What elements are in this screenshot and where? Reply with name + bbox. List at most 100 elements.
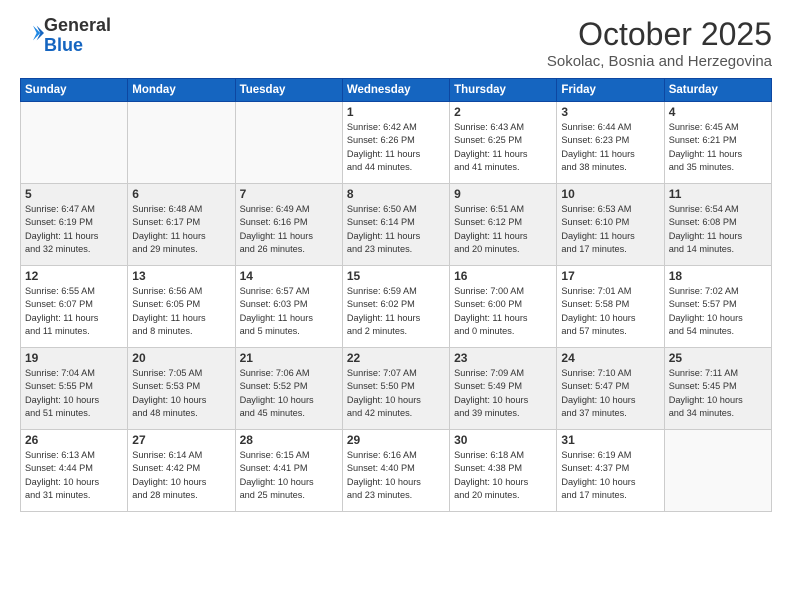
weekday-sunday: Sunday <box>21 79 128 102</box>
day-number: 4 <box>669 105 767 119</box>
week-row-1: 1Sunrise: 6:42 AM Sunset: 6:26 PM Daylig… <box>21 102 772 184</box>
day-number: 31 <box>561 433 659 447</box>
cell-text: Sunrise: 6:51 AM Sunset: 6:12 PM Dayligh… <box>454 203 552 256</box>
day-number: 23 <box>454 351 552 365</box>
day-number: 19 <box>25 351 123 365</box>
day-number: 20 <box>132 351 230 365</box>
cell-text: Sunrise: 6:57 AM Sunset: 6:03 PM Dayligh… <box>240 285 338 338</box>
calendar-cell: 12 Sunrise: 6:55 AM Sunset: 6:07 PM Dayli… <box>21 266 128 348</box>
calendar-cell: 14 Sunrise: 6:57 AM Sunset: 6:03 PM Dayli… <box>235 266 342 348</box>
day-number: 5 <box>25 187 123 201</box>
logo: General Blue <box>20 16 111 56</box>
logo-general: General <box>44 15 111 35</box>
day-number: 7 <box>240 187 338 201</box>
calendar-cell: 29 Sunrise: 6:16 AM Sunset: 4:40 PM Dayli… <box>342 430 449 512</box>
calendar-cell: 1Sunrise: 6:42 AM Sunset: 6:26 PM Daylig… <box>342 102 449 184</box>
logo-icon <box>22 24 44 42</box>
cell-text: Sunrise: 7:02 AM Sunset: 5:57 PM Dayligh… <box>669 285 767 338</box>
day-number: 8 <box>347 187 445 201</box>
cell-text: Sunrise: 7:06 AM Sunset: 5:52 PM Dayligh… <box>240 367 338 420</box>
calendar: SundayMondayTuesdayWednesdayThursdayFrid… <box>20 78 772 512</box>
calendar-cell: 9 Sunrise: 6:51 AM Sunset: 6:12 PM Daylig… <box>450 184 557 266</box>
header: General Blue October 2025 Sokolac, Bosni… <box>20 16 772 70</box>
cell-text: Sunrise: 6:16 AM Sunset: 4:40 PM Dayligh… <box>347 449 445 502</box>
page: General Blue October 2025 Sokolac, Bosni… <box>0 0 792 612</box>
weekday-header-row: SundayMondayTuesdayWednesdayThursdayFrid… <box>21 79 772 102</box>
day-number: 10 <box>561 187 659 201</box>
cell-text: Sunrise: 6:49 AM Sunset: 6:16 PM Dayligh… <box>240 203 338 256</box>
logo-text: General Blue <box>44 16 111 56</box>
day-number: 2 <box>454 105 552 119</box>
calendar-cell: 30 Sunrise: 6:18 AM Sunset: 4:38 PM Dayli… <box>450 430 557 512</box>
day-number: 30 <box>454 433 552 447</box>
cell-text: Sunrise: 6:53 AM Sunset: 6:10 PM Dayligh… <box>561 203 659 256</box>
weekday-tuesday: Tuesday <box>235 79 342 102</box>
day-number: 22 <box>347 351 445 365</box>
calendar-cell: 6 Sunrise: 6:48 AM Sunset: 6:17 PM Daylig… <box>128 184 235 266</box>
calendar-cell: 10 Sunrise: 6:53 AM Sunset: 6:10 PM Dayli… <box>557 184 664 266</box>
calendar-cell <box>128 102 235 184</box>
cell-text: Sunrise: 6:48 AM Sunset: 6:17 PM Dayligh… <box>132 203 230 256</box>
cell-text: Sunrise: 6:59 AM Sunset: 6:02 PM Dayligh… <box>347 285 445 338</box>
day-number: 9 <box>454 187 552 201</box>
day-number: 12 <box>25 269 123 283</box>
calendar-cell: 27 Sunrise: 6:14 AM Sunset: 4:42 PM Dayli… <box>128 430 235 512</box>
calendar-cell <box>21 102 128 184</box>
cell-text: Sunrise: 6:47 AM Sunset: 6:19 PM Dayligh… <box>25 203 123 256</box>
day-number: 21 <box>240 351 338 365</box>
day-number: 29 <box>347 433 445 447</box>
cell-text: Sunrise: 6:43 AM Sunset: 6:25 PM Dayligh… <box>454 121 552 174</box>
calendar-cell: 31Sunrise: 6:19 AM Sunset: 4:37 PM Dayli… <box>557 430 664 512</box>
cell-text: Sunrise: 6:45 AM Sunset: 6:21 PM Dayligh… <box>669 121 767 174</box>
calendar-cell: 4 Sunrise: 6:45 AM Sunset: 6:21 PM Daylig… <box>664 102 771 184</box>
weekday-saturday: Saturday <box>664 79 771 102</box>
cell-text: Sunrise: 6:50 AM Sunset: 6:14 PM Dayligh… <box>347 203 445 256</box>
calendar-cell: 16 Sunrise: 7:00 AM Sunset: 6:00 PM Dayli… <box>450 266 557 348</box>
week-row-3: 12 Sunrise: 6:55 AM Sunset: 6:07 PM Dayli… <box>21 266 772 348</box>
calendar-cell: 3 Sunrise: 6:44 AM Sunset: 6:23 PM Daylig… <box>557 102 664 184</box>
cell-text: Sunrise: 7:11 AM Sunset: 5:45 PM Dayligh… <box>669 367 767 420</box>
day-number: 16 <box>454 269 552 283</box>
calendar-cell: 2 Sunrise: 6:43 AM Sunset: 6:25 PM Daylig… <box>450 102 557 184</box>
cell-text: Sunrise: 6:44 AM Sunset: 6:23 PM Dayligh… <box>561 121 659 174</box>
calendar-cell: 23 Sunrise: 7:09 AM Sunset: 5:49 PM Dayli… <box>450 348 557 430</box>
calendar-cell: 21 Sunrise: 7:06 AM Sunset: 5:52 PM Dayli… <box>235 348 342 430</box>
calendar-cell: 26 Sunrise: 6:13 AM Sunset: 4:44 PM Dayli… <box>21 430 128 512</box>
day-number: 28 <box>240 433 338 447</box>
day-number: 3 <box>561 105 659 119</box>
cell-text: Sunrise: 6:55 AM Sunset: 6:07 PM Dayligh… <box>25 285 123 338</box>
weekday-monday: Monday <box>128 79 235 102</box>
cell-text: Sunrise: 6:14 AM Sunset: 4:42 PM Dayligh… <box>132 449 230 502</box>
location-title: Sokolac, Bosnia and Herzegovina <box>547 53 772 70</box>
week-row-2: 5 Sunrise: 6:47 AM Sunset: 6:19 PM Daylig… <box>21 184 772 266</box>
calendar-cell: 18 Sunrise: 7:02 AM Sunset: 5:57 PM Dayli… <box>664 266 771 348</box>
day-number: 6 <box>132 187 230 201</box>
cell-text: Sunrise: 7:09 AM Sunset: 5:49 PM Dayligh… <box>454 367 552 420</box>
cell-text: Sunrise: 6:13 AM Sunset: 4:44 PM Dayligh… <box>25 449 123 502</box>
month-title: October 2025 <box>547 16 772 53</box>
day-number: 26 <box>25 433 123 447</box>
calendar-cell <box>664 430 771 512</box>
cell-text: Sunrise: 6:15 AM Sunset: 4:41 PM Dayligh… <box>240 449 338 502</box>
weekday-thursday: Thursday <box>450 79 557 102</box>
calendar-cell: 17 Sunrise: 7:01 AM Sunset: 5:58 PM Dayli… <box>557 266 664 348</box>
day-number: 17 <box>561 269 659 283</box>
day-number: 15 <box>347 269 445 283</box>
calendar-cell: 15 Sunrise: 6:59 AM Sunset: 6:02 PM Dayli… <box>342 266 449 348</box>
week-row-4: 19Sunrise: 7:04 AM Sunset: 5:55 PM Dayli… <box>21 348 772 430</box>
day-number: 18 <box>669 269 767 283</box>
cell-text: Sunrise: 6:18 AM Sunset: 4:38 PM Dayligh… <box>454 449 552 502</box>
calendar-cell: 11Sunrise: 6:54 AM Sunset: 6:08 PM Dayli… <box>664 184 771 266</box>
cell-text: Sunrise: 7:01 AM Sunset: 5:58 PM Dayligh… <box>561 285 659 338</box>
week-row-5: 26 Sunrise: 6:13 AM Sunset: 4:44 PM Dayli… <box>21 430 772 512</box>
day-number: 27 <box>132 433 230 447</box>
day-number: 11 <box>669 187 767 201</box>
day-number: 14 <box>240 269 338 283</box>
weekday-wednesday: Wednesday <box>342 79 449 102</box>
cell-text: Sunrise: 7:07 AM Sunset: 5:50 PM Dayligh… <box>347 367 445 420</box>
cell-text: Sunrise: 7:05 AM Sunset: 5:53 PM Dayligh… <box>132 367 230 420</box>
cell-text: Sunrise: 7:00 AM Sunset: 6:00 PM Dayligh… <box>454 285 552 338</box>
calendar-cell: 20 Sunrise: 7:05 AM Sunset: 5:53 PM Dayli… <box>128 348 235 430</box>
logo-blue: Blue <box>44 35 83 55</box>
calendar-cell: 5 Sunrise: 6:47 AM Sunset: 6:19 PM Daylig… <box>21 184 128 266</box>
